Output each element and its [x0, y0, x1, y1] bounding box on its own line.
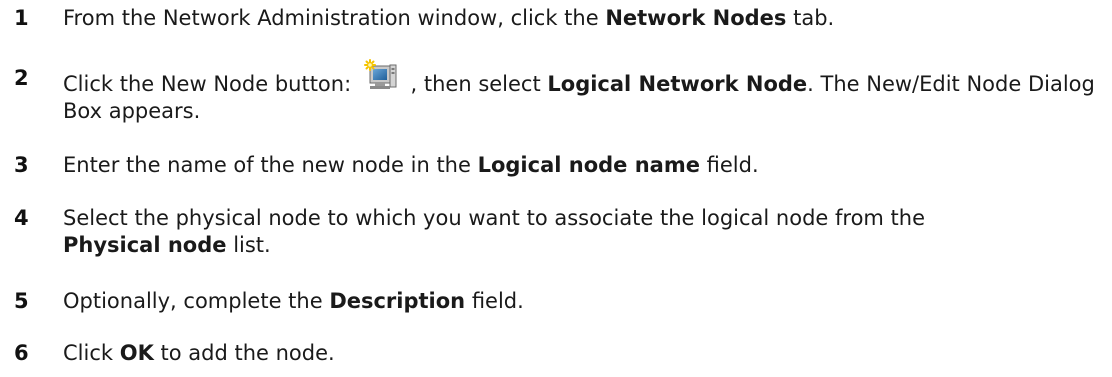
step-number: 4	[14, 206, 29, 230]
step-number: 6	[14, 341, 29, 365]
procedure-steps: 1 From the Network Administration window…	[0, 0, 1112, 377]
ui-term: Physical node	[63, 233, 227, 257]
step-text: Click the New Node button: , then select…	[63, 59, 1103, 125]
step-text: Enter the name of the new node in the Lo…	[63, 152, 1103, 179]
step-text-part: Click	[63, 341, 120, 365]
step-text-part: Select the physical node to which you wa…	[63, 206, 926, 230]
step-number: 5	[14, 289, 29, 313]
step-text-part: Optionally, complete the	[63, 289, 330, 313]
step-number: 2	[14, 66, 29, 90]
step-text: From the Network Administration window, …	[63, 5, 1103, 32]
ui-term: Logical Network Node	[547, 72, 808, 96]
step-text-part: Click the New Node button:	[63, 72, 358, 96]
step-number: 3	[14, 153, 29, 177]
step-number: 1	[14, 6, 29, 30]
step-text: Click OK to add the node.	[63, 340, 1103, 367]
step-text: Select the physical node to which you wa…	[63, 205, 1023, 259]
new-node-icon	[362, 59, 398, 95]
step-text: Optionally, complete the Description fie…	[63, 288, 1103, 315]
step-text-part: to add the node.	[153, 341, 335, 365]
ui-term: Network Nodes	[605, 6, 787, 30]
step-text-part: list.	[226, 233, 271, 257]
step-text-part: field.	[699, 153, 759, 177]
step-text-part: tab.	[786, 6, 835, 30]
step-text-part: From the Network Administration window, …	[63, 6, 606, 30]
step-text-part: Enter the name of the new node in the	[63, 153, 478, 177]
step-text-part: , then select	[403, 72, 548, 96]
ui-term: Logical node name	[477, 153, 700, 177]
ui-term: Description	[329, 289, 466, 313]
ui-term: OK	[119, 341, 154, 365]
step-text-part: field.	[465, 289, 524, 313]
